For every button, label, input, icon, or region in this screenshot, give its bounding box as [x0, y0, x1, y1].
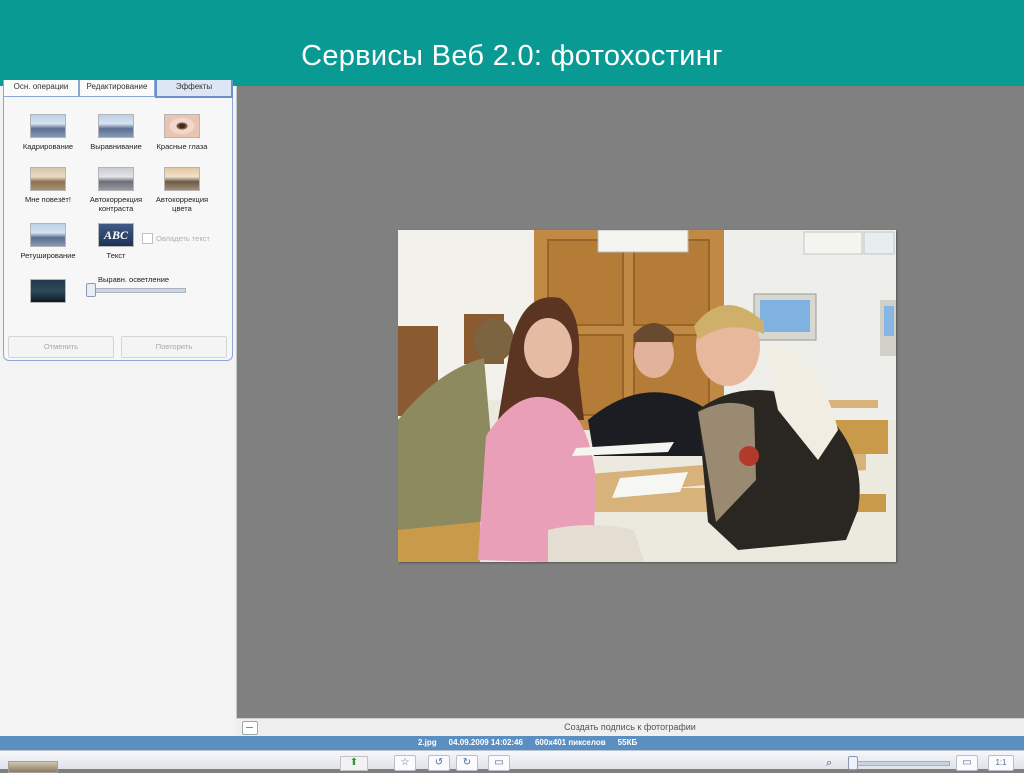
info-datetime: 04.09.2009 14:02:46 — [448, 738, 523, 747]
actual-size-icon[interactable]: 1:1 — [988, 755, 1014, 771]
photo-preview — [398, 230, 896, 562]
rotate-right-icon[interactable]: ↻ — [456, 755, 478, 771]
tab-bar: Осн. операции Редактирование Эффекты — [3, 80, 233, 98]
info-filename: 2.jpg — [418, 738, 437, 747]
zoom-icon[interactable]: ⌕ — [826, 757, 832, 770]
redo-button[interactable]: Повторить — [121, 336, 227, 358]
tool-label: Текст — [106, 251, 126, 260]
caption-bar: Создать подпись к фотографии — [236, 718, 1024, 737]
photo-info-items: 2.jpg 04.09.2009 14:02:46 600x401 пиксел… — [418, 736, 637, 750]
editing-panel: Осн. операции Редактирование Эффекты Кад… — [0, 80, 237, 736]
checkbox-box[interactable] — [142, 233, 153, 244]
tab-basic-operations[interactable]: Осн. операции — [3, 80, 79, 97]
tool-fill-light[interactable] — [12, 279, 84, 303]
tool-retouch[interactable]: Ретуширование — [12, 223, 84, 260]
fit-window-icon[interactable]: ▭ — [956, 755, 978, 771]
fill-light-label: Выравн. осветление — [98, 275, 170, 284]
fill-light-icon — [30, 279, 66, 303]
text-icon: ABC — [98, 223, 134, 247]
red-eye-icon — [164, 114, 200, 138]
tool-label: Кадрирование — [22, 142, 74, 151]
tool-label: Автокоррекция контраста — [89, 195, 143, 213]
tool-lucky[interactable]: Мне повезёт! — [12, 167, 84, 204]
tool-label: Выравнивание — [90, 142, 142, 151]
tool-label: Мне повезёт! — [25, 195, 71, 204]
tool-auto-contrast[interactable]: Автокоррекция контраста — [80, 167, 152, 213]
tab-effects[interactable]: Эффекты — [155, 80, 233, 98]
fill-light-slider-thumb[interactable] — [86, 283, 96, 297]
crop-icon — [30, 114, 66, 138]
info-size: 55КБ — [617, 738, 638, 747]
tool-label: Автокоррекция цвета — [155, 195, 209, 213]
tool-label: Ретуширование — [20, 251, 76, 260]
auto-contrast-icon — [98, 167, 134, 191]
label-icon[interactable]: ▭ — [488, 755, 510, 771]
filmstrip-thumbnail[interactable] — [8, 761, 58, 773]
auto-color-icon — [164, 167, 200, 191]
slide-title: Сервисы Веб 2.0: фотохостинг — [301, 40, 723, 72]
tool-align[interactable]: Выравнивание — [80, 114, 152, 151]
star-icon[interactable]: ☆ — [394, 755, 416, 771]
tool-auto-color[interactable]: Автокоррекция цвета — [146, 167, 218, 213]
tool-red-eye[interactable]: Красные глаза — [146, 114, 218, 151]
align-icon — [98, 114, 134, 138]
zoom-slider-track[interactable] — [848, 761, 950, 766]
tool-crop[interactable]: Кадрирование — [12, 114, 84, 151]
fill-light-slider-track[interactable] — [88, 288, 186, 293]
rotate-left-icon[interactable]: ↺ — [428, 755, 450, 771]
caption-field[interactable]: Создать подпись к фотографии — [236, 722, 1024, 732]
info-dimensions: 600x401 пикселов — [534, 738, 606, 747]
undo-button[interactable]: Отменить — [8, 336, 114, 358]
tab-editing[interactable]: Редактирование — [79, 80, 155, 97]
lucky-icon — [30, 167, 66, 191]
slide-title-bar: Сервисы Веб 2.0: фотохостинг — [0, 0, 1024, 86]
checkbox-label: Овладеть текст — [156, 234, 210, 243]
classroom-photo — [398, 230, 896, 562]
upload-icon[interactable]: ⬆ — [340, 756, 368, 771]
text-option-checkbox[interactable]: Овладеть текст — [142, 233, 210, 244]
bottom-toolbar: ⬆ ☆ ↺ ↻ ▭ ⌕ ▭ 1:1 — [0, 750, 1024, 773]
retouch-icon — [30, 223, 66, 247]
tool-label: Красные глаза — [156, 142, 208, 151]
photo-info-bar: 2.jpg 04.09.2009 14:02:46 600x401 пиксел… — [0, 736, 1024, 750]
